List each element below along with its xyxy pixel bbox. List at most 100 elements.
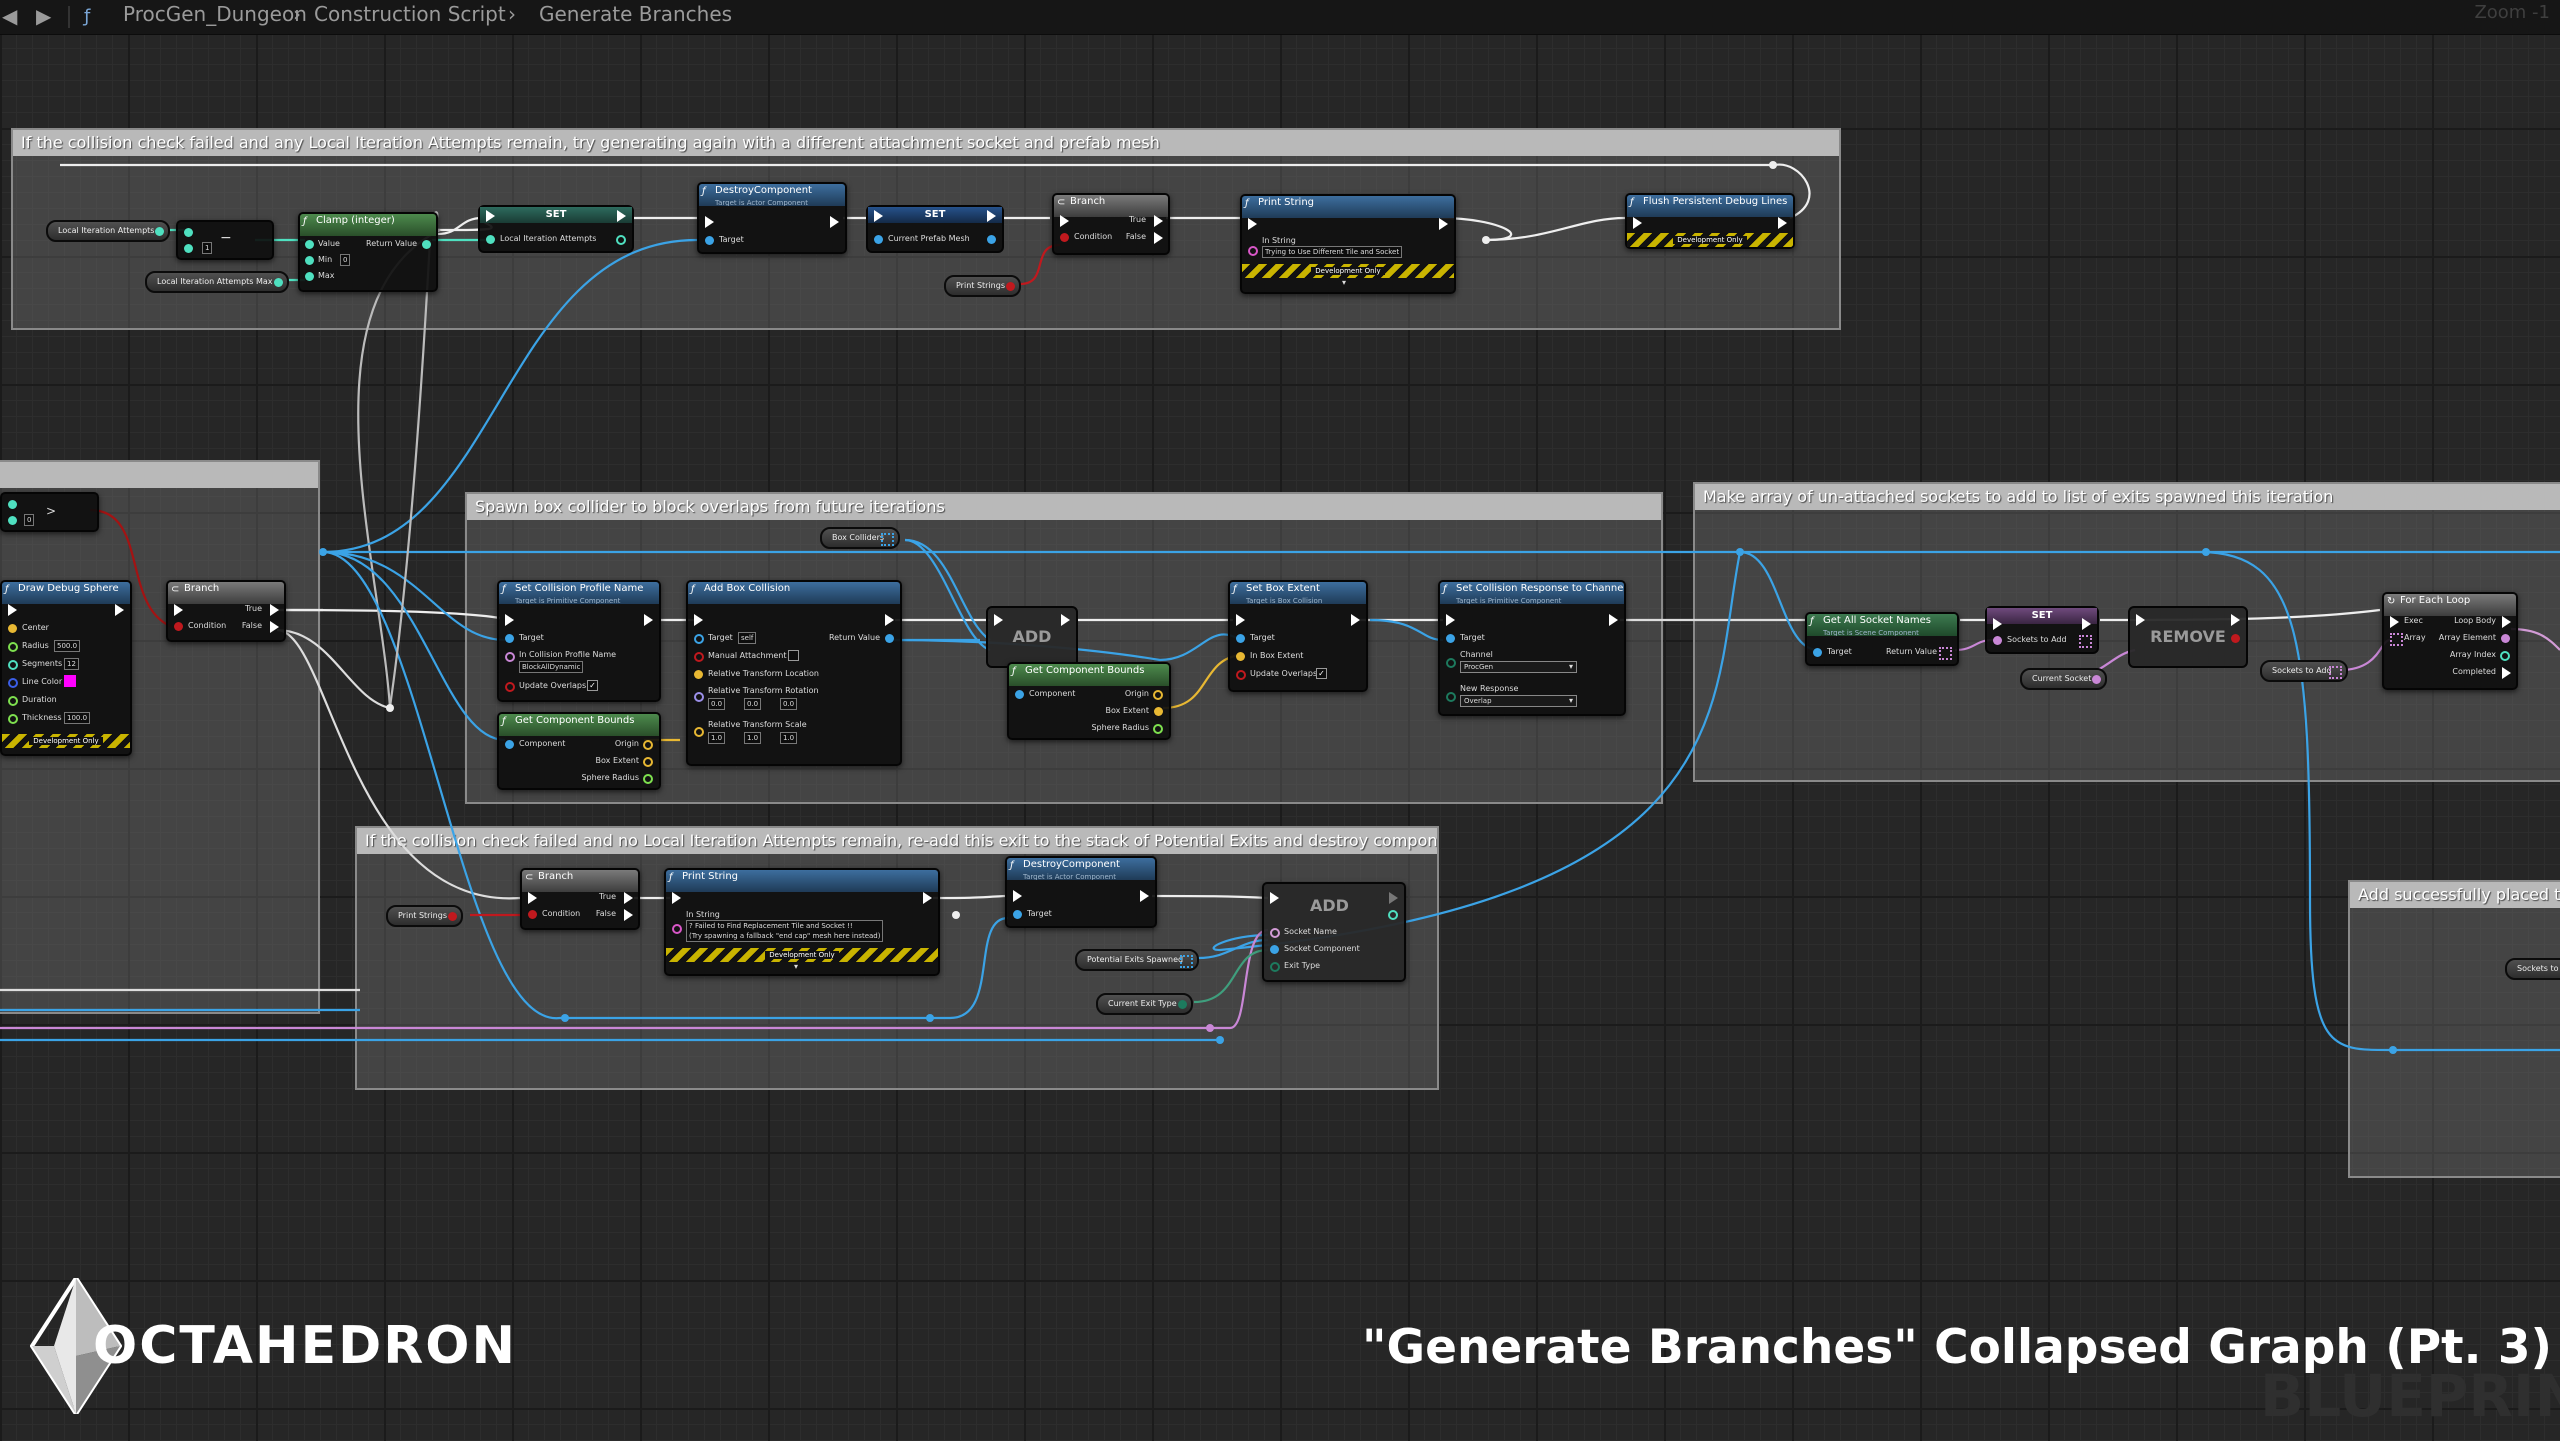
set-collision-profile-node[interactable]: ƒ Set Collision Profile Name Target is Pri… (497, 580, 661, 702)
exec-in-pin[interactable] (174, 604, 183, 616)
exec-in-pin[interactable] (694, 614, 703, 626)
float-pin[interactable] (1153, 724, 1163, 734)
array-pin[interactable] (881, 533, 895, 546)
int-pin[interactable] (305, 256, 314, 265)
exec-true-pin[interactable] (624, 892, 633, 904)
scale-y-field[interactable]: 1.0 (744, 732, 762, 744)
vector-pin[interactable] (694, 670, 703, 679)
int-pin[interactable] (8, 500, 17, 509)
int-out-pin[interactable] (616, 235, 626, 245)
array-add-node[interactable]: ADD Socket Name Socket Component Exit Ty… (1262, 882, 1406, 982)
potential-exits-spawned-getter[interactable]: Potential Exits Spawned (1075, 949, 1200, 971)
min-field[interactable]: 0 (340, 254, 351, 266)
rot-x-field[interactable]: 0.0 (708, 698, 726, 710)
update-overlaps-checkbox[interactable]: ✓ (587, 680, 598, 691)
float-pin[interactable] (8, 642, 18, 652)
vector-pin[interactable] (1153, 690, 1163, 700)
name-pin[interactable] (2501, 634, 2510, 643)
array-pin[interactable] (1180, 955, 1194, 968)
float-pin[interactable] (8, 696, 18, 706)
struct-pin[interactable] (8, 678, 18, 688)
subtract-value[interactable]: 1 (202, 242, 213, 254)
exec-out-pin[interactable] (617, 210, 626, 222)
vector-pin[interactable] (643, 757, 653, 767)
object-pin[interactable] (1236, 634, 1245, 643)
exec-out-pin[interactable] (1351, 614, 1360, 626)
segments-field[interactable]: 12 (64, 658, 79, 670)
bool-pin[interactable] (528, 910, 537, 919)
int-pin[interactable] (184, 244, 193, 253)
print-string-node[interactable]: ƒ Print String In String Trying to Use Di… (1240, 194, 1456, 294)
exec-out-pin[interactable] (644, 614, 653, 626)
exec-out-pin[interactable] (1778, 217, 1787, 229)
exec-out-pin[interactable] (1439, 218, 1448, 230)
bool-pin[interactable] (1060, 233, 1069, 242)
bool-pin[interactable] (694, 652, 704, 662)
bool-pin[interactable] (505, 682, 515, 692)
scale-z-field[interactable]: 1.0 (780, 732, 798, 744)
array-remove-node[interactable]: REMOVE (2128, 606, 2248, 668)
channel-dropdown[interactable]: ProcGen (1460, 661, 1577, 673)
string-pin[interactable] (672, 924, 682, 934)
color-swatch[interactable] (64, 675, 76, 687)
exec-in-pin[interactable] (2390, 616, 2399, 628)
object-pin[interactable] (1446, 634, 1455, 643)
exec-in-pin[interactable] (874, 210, 883, 222)
for-each-loop-node[interactable]: ↻ For Each Loop Exec Array Loop Body Arra… (2382, 592, 2518, 690)
exec-in-pin[interactable] (486, 210, 495, 222)
chevron-down-icon[interactable]: ▾ (794, 962, 798, 971)
float-pin[interactable] (8, 714, 18, 724)
draw-debug-sphere-node[interactable]: ƒ Draw Debug Sphere Center Radius 500.0 Se… (0, 580, 132, 756)
exec-out-pin[interactable] (1140, 890, 1149, 902)
vector-pin[interactable] (1154, 707, 1163, 716)
object-pin[interactable] (705, 236, 714, 245)
object-pin[interactable] (505, 634, 514, 643)
exec-out-pin[interactable] (2082, 618, 2091, 630)
int-pin[interactable] (155, 227, 165, 236)
int-pin[interactable] (8, 516, 17, 525)
exec-in-pin[interactable] (1248, 218, 1257, 230)
exec-false-pin[interactable] (270, 621, 279, 633)
int-pin[interactable] (305, 272, 314, 281)
exec-in-pin[interactable] (994, 614, 1003, 626)
exec-out-pin[interactable] (1389, 892, 1398, 904)
scale-x-field[interactable]: 1.0 (708, 732, 726, 744)
int-pin[interactable] (1388, 910, 1398, 920)
array-pin[interactable] (1939, 647, 1952, 660)
enum-pin[interactable] (1177, 1000, 1187, 1009)
response-dropdown[interactable]: Overlap (1460, 695, 1577, 707)
clamp-node[interactable]: ƒ Clamp (integer) Value Min 0 Max Return V… (298, 212, 438, 292)
exec-out-pin[interactable] (2231, 614, 2240, 626)
set-sockets-to-add-node[interactable]: SET Sockets to Add (1985, 606, 2099, 654)
exec-true-pin[interactable] (1154, 215, 1163, 227)
destroy-component-node[interactable]: ƒ DestroyComponent Target is Actor Compone… (1005, 856, 1157, 928)
object-out-pin[interactable] (987, 235, 996, 244)
vector-pin[interactable] (8, 624, 17, 633)
object-pin[interactable] (1813, 648, 1822, 657)
exec-in-pin[interactable] (1013, 890, 1022, 902)
local-iteration-attempts-getter[interactable]: Local Iteration Attempts (46, 220, 171, 242)
current-exit-type-getter[interactable]: Current Exit Type (1096, 993, 1193, 1015)
manual-attachment-checkbox[interactable] (788, 650, 799, 661)
int-pin[interactable] (273, 278, 283, 287)
int-pin[interactable] (486, 235, 495, 244)
exec-in-pin[interactable] (505, 614, 514, 626)
add-box-collision-node[interactable]: ƒ Add Box Collision Target self Return Val… (686, 580, 902, 766)
in-string-field[interactable]: Trying to Use Different Tile and Socket (1262, 246, 1403, 258)
rot-z-field[interactable]: 0.0 (780, 698, 798, 710)
bool-pin[interactable] (174, 622, 183, 631)
exec-in-pin[interactable] (1446, 614, 1455, 626)
object-pin[interactable] (1013, 910, 1022, 919)
radius-field[interactable]: 500.0 (54, 640, 81, 652)
compare-node[interactable]: 0 > (0, 492, 99, 532)
exec-false-pin[interactable] (1154, 232, 1163, 244)
array-pin[interactable] (2390, 633, 2403, 646)
int-pin[interactable] (305, 240, 314, 249)
object-out-pin[interactable] (885, 634, 894, 643)
set-local-iteration-node[interactable]: SET Local Iteration Attempts (478, 205, 634, 253)
print-string-node[interactable]: ƒ Print String In String ? Failed to Find… (664, 868, 940, 976)
exec-out-pin[interactable] (923, 892, 932, 904)
object-pin[interactable] (1015, 690, 1024, 699)
int-pin[interactable] (422, 240, 431, 249)
chevron-down-icon[interactable]: ▾ (1342, 278, 1346, 287)
